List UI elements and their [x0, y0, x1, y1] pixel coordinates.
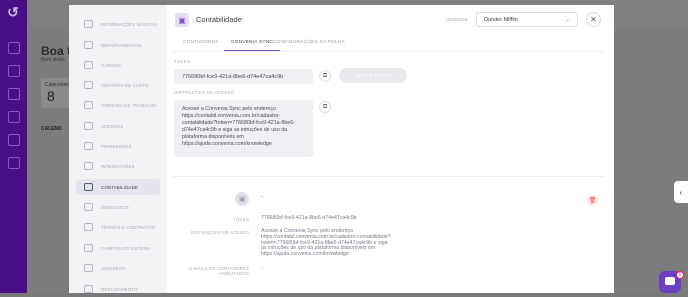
nav-item-label: CENTROS DE CUSTO	[101, 82, 149, 88]
tab-convenia-sync[interactable]: CONVENIA SYNC	[224, 36, 281, 51]
entry-instructions-line: https://ajuda.convenia.com/knowledge	[261, 250, 349, 257]
settings-icon[interactable]	[8, 157, 20, 169]
entry-token-label: TOKEN	[233, 217, 249, 222]
app-logo-icon[interactable]: ↺	[5, 4, 21, 20]
close-button[interactable]: ✕	[586, 12, 601, 27]
nav-item-label: CAMPOS DO SISTEMA	[101, 245, 151, 251]
roles-icon	[84, 61, 93, 69]
entry-name: -	[261, 194, 263, 200]
nav-item-label: ACESSOS	[101, 123, 124, 129]
nav-item-label: DEPARTAMENTOS	[101, 42, 142, 48]
nav-item-centros-de-custo[interactable]: CENTROS DE CUSTO	[76, 77, 160, 93]
chevron-left-icon: ‹	[679, 187, 683, 197]
app-sidebar: ↺	[0, 0, 27, 293]
side-panel-toggle[interactable]: ‹	[674, 181, 688, 203]
entry-emails-label-2: HABILITADOS	[218, 271, 249, 276]
generate-token-button[interactable]: GERAR TOKEN	[339, 68, 407, 83]
accounting-icon	[84, 183, 93, 191]
dismissal-icon	[84, 285, 93, 293]
page-title: Contabilidade	[196, 15, 242, 24]
people-icon[interactable]	[8, 65, 20, 77]
nav-item-admissao[interactable]: ADMISSÃO	[76, 260, 160, 276]
dashboard-icon[interactable]	[8, 42, 20, 54]
nav-item-integracoes[interactable]: INTEGRAÇÕES	[76, 158, 160, 174]
nav-item-cargos[interactable]: CARGOS	[76, 57, 160, 73]
nav-item-label: INFORMAÇÕES BÁSICAS	[101, 21, 157, 27]
settings-nav: INFORMAÇÕES BÁSICAS DEPARTAMENTOS CARGOS…	[69, 5, 167, 293]
nav-item-contabilidade[interactable]: CONTABILIDADE	[76, 179, 160, 195]
chat-icon	[665, 277, 675, 285]
nav-item-termos-e-contratos[interactable]: TERMOS E CONTRATOS	[76, 219, 160, 235]
schedule-icon	[84, 101, 93, 109]
nav-item-label: JORNADA DE TRABALHO	[101, 102, 157, 108]
nav-item-label: INTEGRAÇÕES	[101, 163, 135, 169]
summary-card-value: 8	[47, 88, 55, 104]
info-icon	[84, 20, 93, 28]
entry-emails-value: -	[261, 265, 263, 271]
section-divider	[173, 176, 605, 177]
departments-icon	[84, 41, 93, 49]
nav-item-departamentos[interactable]: DEPARTAMENTOS	[76, 37, 160, 53]
chevron-down-icon: ⌄	[564, 17, 570, 23]
nav-item-label: SINDICATOS	[101, 204, 129, 210]
unit-label: UNIDADE:	[446, 17, 470, 22]
nav-item-label: CONTABILIDADE	[101, 184, 138, 190]
modal-content: ▣ Contabilidade UNIDADE: Dunder Mifflin …	[167, 5, 614, 293]
token-field[interactable]: 776680bf-fce9-421a-8be6-d74e47ca4c9b	[174, 69, 313, 84]
nav-item-label: DESLIGAMENTO	[101, 286, 138, 292]
avatar: ▣	[235, 192, 249, 206]
instructions-field[interactable]: Acesse a Convenia Sync pelo endereço htt…	[174, 100, 313, 157]
document-icon[interactable]	[8, 111, 20, 123]
nav-item-permissoes[interactable]: PERMISSÕES	[76, 138, 160, 154]
tabs-divider	[173, 51, 603, 52]
cost-center-icon	[84, 81, 93, 89]
unit-select[interactable]: Dunder Mifflin ⌄	[476, 12, 578, 27]
nav-item-label: TERMOS E CONTRATOS	[101, 224, 156, 230]
delete-button[interactable]: 🗑	[587, 195, 598, 206]
tab-configuracoes-da-folha[interactable]: CONFIGURAÇÕES DA FOLHA	[273, 36, 345, 50]
chat-badge: 0	[676, 271, 684, 279]
nav-item-acessos[interactable]: ACESSOS	[76, 118, 160, 134]
tab-contadores[interactable]: CONTADORES	[183, 36, 219, 50]
nav-item-sindicatos[interactable]: SINDICATOS	[76, 199, 160, 215]
nav-item-jornada-de-trabalho[interactable]: JORNADA DE TRABALHO	[76, 97, 160, 113]
token-label: TOKEN	[174, 59, 191, 64]
admission-icon	[84, 264, 93, 272]
chart-icon[interactable]	[8, 134, 20, 146]
entry-token-value: 776680bf-fce9-421a-8be6-d74e47ca4c9b	[261, 215, 357, 221]
background-tab[interactable]: CALEND	[41, 126, 62, 132]
union-icon	[84, 203, 93, 211]
calendar-icon[interactable]	[8, 88, 20, 100]
instructions-label: INSTRUÇÕES DE ACESSO	[174, 90, 235, 95]
close-icon: ✕	[590, 15, 597, 24]
instructions-text: Acesse a Convenia Sync pelo endereço htt…	[182, 106, 295, 147]
nav-item-label: PERMISSÕES	[101, 143, 132, 149]
key-icon	[84, 122, 93, 130]
settings-modal: INFORMAÇÕES BÁSICAS DEPARTAMENTOS CARGOS…	[69, 5, 614, 293]
copy-instructions-button[interactable]: ⧉	[319, 101, 331, 113]
accounting-icon: ▣	[175, 13, 189, 27]
unit-select-value: Dunder Mifflin	[484, 16, 518, 23]
greeting-subtitle: Bem vindo	[41, 57, 65, 63]
nav-item-desligamento[interactable]: DESLIGAMENTO	[76, 281, 160, 297]
contracts-icon	[84, 223, 93, 231]
nav-item-campos-do-sistema[interactable]: CAMPOS DO SISTEMA	[76, 240, 160, 256]
copy-icon: ⧉	[322, 72, 328, 79]
nav-item-informacoes-basicas[interactable]: INFORMAÇÕES BÁSICAS	[76, 16, 160, 32]
permissions-icon	[84, 142, 93, 150]
nav-item-label: ADMISSÃO	[101, 265, 126, 271]
entry-instructions-label: INSTRUÇÕES DE ACESSO	[190, 230, 249, 235]
copy-token-button[interactable]: ⧉	[319, 70, 331, 82]
copy-icon: ⧉	[322, 103, 328, 110]
nav-item-label: CARGOS	[101, 62, 121, 68]
integrations-icon	[84, 162, 93, 170]
token-value: 776680bf-fce9-421a-8be6-d74e47ca4c9b	[182, 73, 284, 80]
trash-icon: 🗑	[588, 198, 597, 204]
fields-icon	[84, 244, 93, 252]
